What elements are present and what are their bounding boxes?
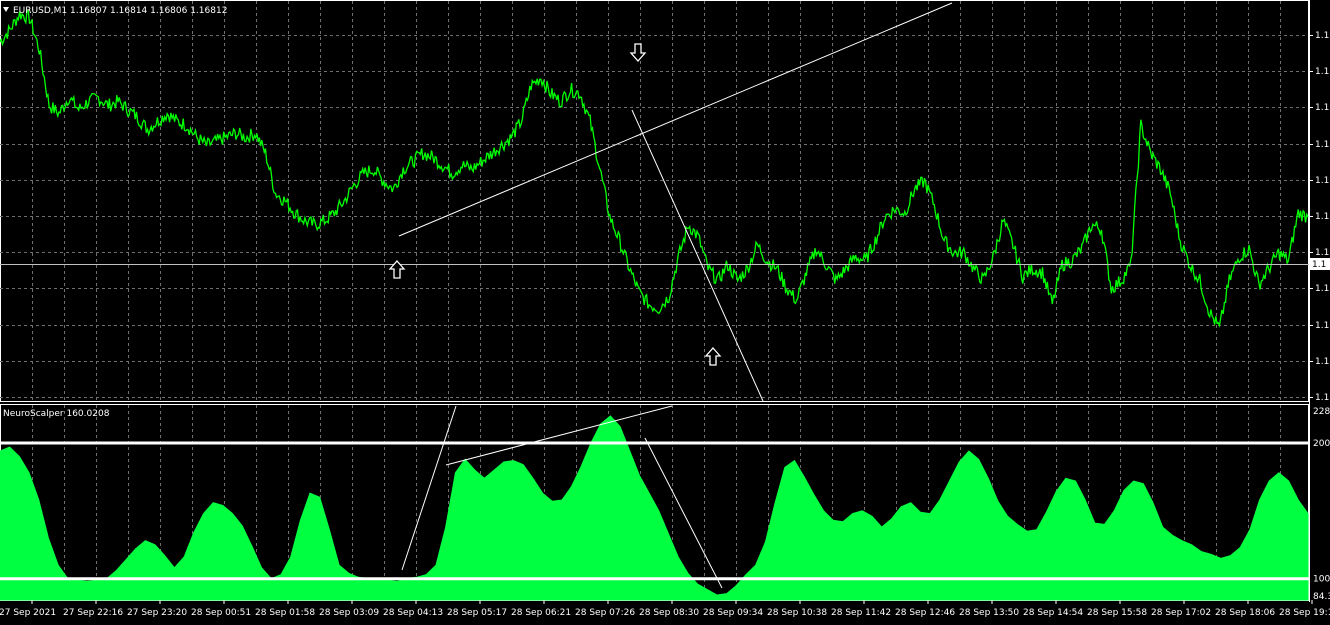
time-tick-label: 28 Sep 05:17 <box>447 608 507 618</box>
price-grid <box>0 1 1308 401</box>
price-tick-label: 1.1 <box>1315 248 1329 258</box>
time-tick-label: 27 Sep 23:20 <box>127 608 187 618</box>
price-tick-label: 1.1 <box>1315 67 1329 77</box>
indicator-trendline-top[interactable] <box>445 405 673 466</box>
price-tick-label: 1.1 <box>1315 176 1329 186</box>
time-tick-label: 28 Sep 12:46 <box>895 608 955 618</box>
price-tick-label: 1.1 <box>1315 357 1329 367</box>
time-tick-label: 28 Sep 18:06 <box>1215 608 1275 618</box>
time-tick-label: 28 Sep 14:54 <box>1023 608 1083 618</box>
triangle-down-icon[interactable] <box>3 7 9 12</box>
arrow-down-icon <box>629 43 647 62</box>
arrow-up-icon <box>388 260 406 279</box>
price-trendline-down[interactable] <box>631 109 764 402</box>
time-tick-label: 28 Sep 19:10 <box>1279 608 1330 618</box>
price-tick-label: 1.10 <box>1315 393 1330 403</box>
price-tick-label: 1.1 <box>1315 31 1329 41</box>
time-tick-label: 28 Sep 15:58 <box>1087 608 1147 618</box>
price-chart[interactable]: EURUSD,M1 1.16807 1.16814 1.16806 1.1681… <box>0 0 1330 625</box>
indicator-tick-label: 200 <box>1313 439 1330 449</box>
price-tick-label: 1.1 <box>1315 212 1329 222</box>
indicator-scale[interactable]: 228 200 100 84.3 <box>1313 407 1330 602</box>
time-tick-label: 28 Sep 09:34 <box>703 608 763 618</box>
price-scale[interactable]: 1.1 1.1 1.1 1.1 1.1 1.1 1.1 1.1 1.1 1.1 1.10 <box>1309 31 1330 403</box>
price-tick-label: 1.1 <box>1315 284 1329 294</box>
time-tick-label: 28 Sep 17:02 <box>1151 608 1211 618</box>
arrow-up-icon <box>704 347 722 366</box>
current-price-label: 1.1 <box>1312 260 1326 270</box>
time-tick-label: 28 Sep 08:30 <box>639 608 699 618</box>
time-tick-label: 28 Sep 06:21 <box>511 608 571 618</box>
time-tick-label: 28 Sep 04:13 <box>383 608 443 618</box>
time-tick-label: 28 Sep 07:26 <box>575 608 635 618</box>
time-tick-label: 27 Sep 22:16 <box>63 608 123 618</box>
eurusd-price-line <box>0 10 1309 328</box>
price-chart-frame <box>0 0 1309 402</box>
indicator-tick-label: 84.3 <box>1313 592 1330 602</box>
indicator-header: NeuroScalper 160.0208 <box>3 409 110 419</box>
indicator-tick-label: 100 <box>1313 575 1330 585</box>
price-chart-header: EURUSD,M1 1.16807 1.16814 1.16806 1.1681… <box>13 6 227 16</box>
indicator-tick-label: 228 <box>1313 407 1330 417</box>
time-tick-label: 28 Sep 00:51 <box>191 608 251 618</box>
time-tick-label: 27 Sep 2021 <box>0 608 56 618</box>
time-tick-label: 28 Sep 01:58 <box>255 608 315 618</box>
time-tick-label: 28 Sep 11:42 <box>831 608 891 618</box>
price-tick-label: 1.1 <box>1315 321 1329 331</box>
price-tick-label: 1.1 <box>1315 140 1329 150</box>
price-tick-label: 1.1 <box>1315 103 1329 113</box>
price-trendline-up[interactable] <box>398 2 953 237</box>
time-tick-label: 28 Sep 13:50 <box>959 608 1019 618</box>
time-axis[interactable]: 27 Sep 2021 27 Sep 22:16 27 Sep 23:20 28 Se… <box>0 600 1330 618</box>
time-tick-label: 28 Sep 03:09 <box>319 608 379 618</box>
time-tick-label: 28 Sep 10:38 <box>767 608 827 618</box>
